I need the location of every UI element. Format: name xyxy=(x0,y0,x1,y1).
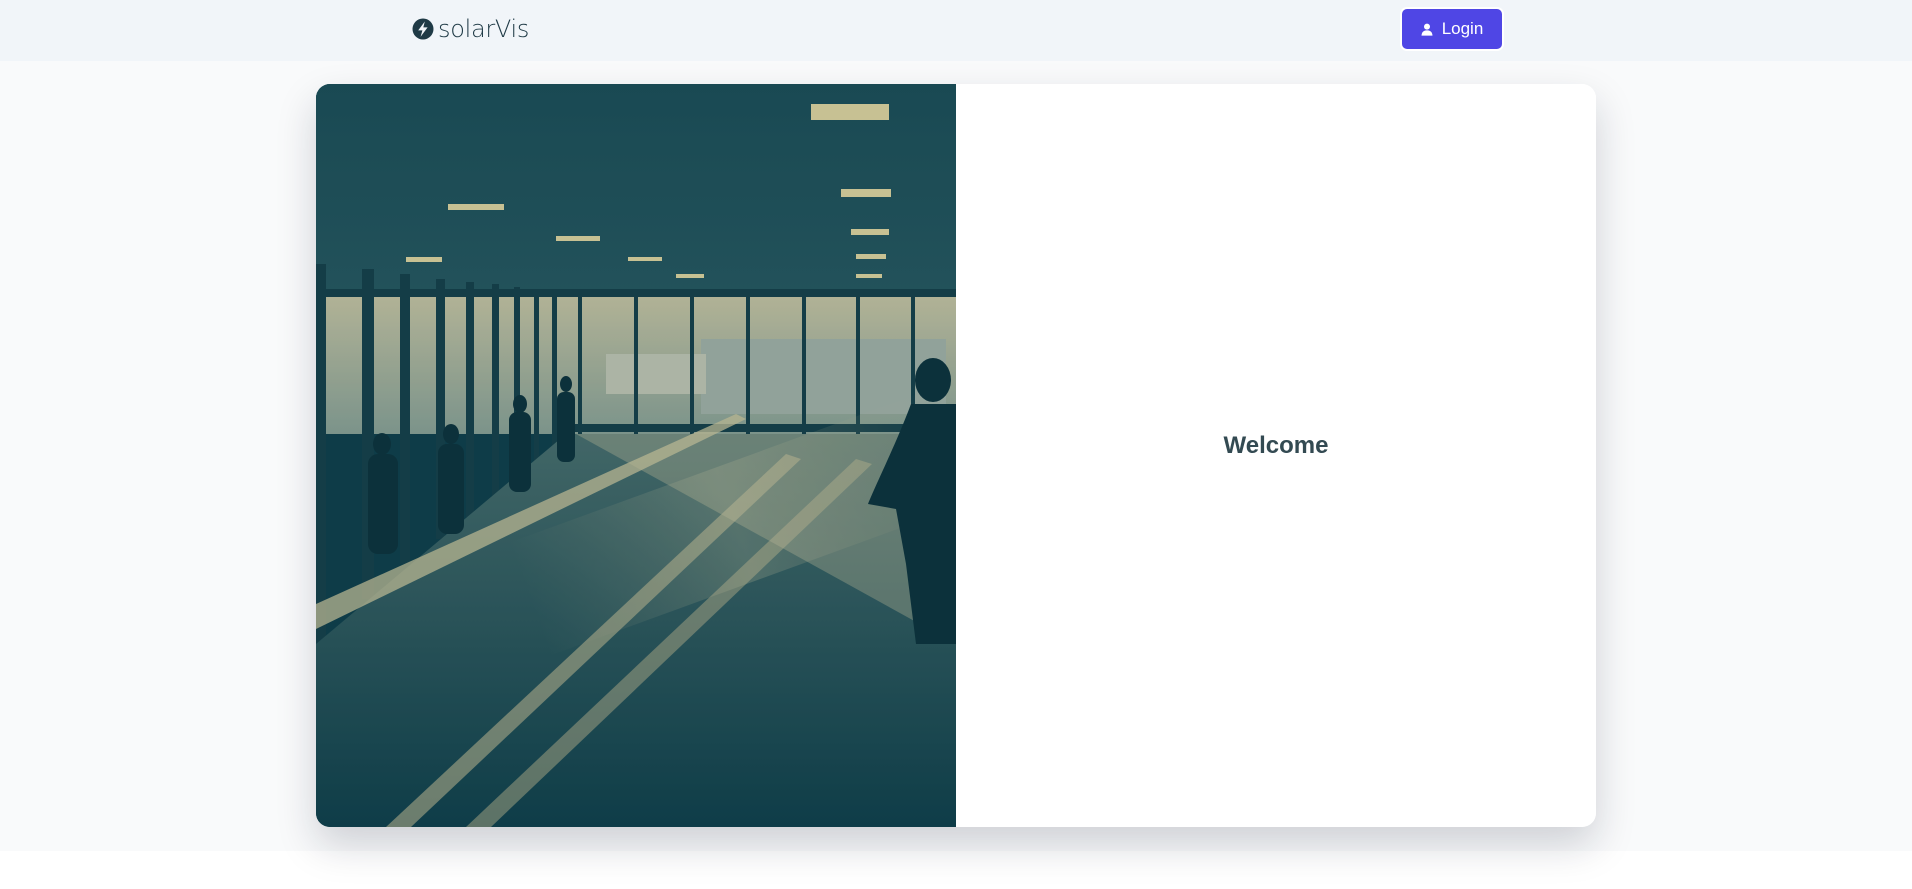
logo-text: solarVis xyxy=(438,15,530,43)
login-button[interactable]: Login xyxy=(1400,7,1504,51)
airport-walkway-illustration xyxy=(316,84,956,827)
welcome-title: Welcome xyxy=(1223,432,1329,459)
login-button-label: Login xyxy=(1441,19,1484,38)
lightning-bolt-icon xyxy=(412,18,434,40)
welcome-pane: Welcome xyxy=(956,84,1596,827)
hero-image xyxy=(316,84,956,827)
welcome-card: Welcome xyxy=(316,84,1596,827)
logo-link[interactable]: solarVis xyxy=(412,14,529,44)
user-icon xyxy=(1421,23,1433,36)
top-navbar: solarVis Login xyxy=(0,0,1912,61)
